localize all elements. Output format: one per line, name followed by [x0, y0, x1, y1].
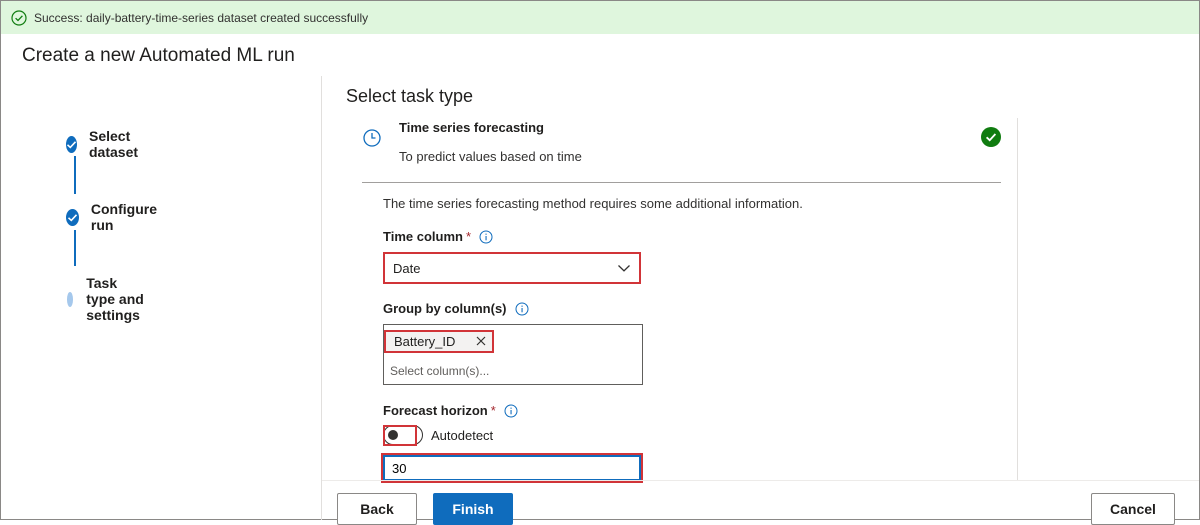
task-description: To predict values based on time [399, 149, 582, 164]
step-connector [74, 156, 76, 194]
page-title: Create a new Automated ML run [22, 45, 295, 66]
settings-info-text: The time series forecasting method requi… [383, 196, 803, 211]
selected-check-icon [981, 127, 1001, 147]
group-by-search-input[interactable]: Select column(s)... [390, 364, 489, 378]
forecast-horizon-label-text: Forecast horizon [383, 403, 488, 418]
time-column-dropdown[interactable]: Date [383, 252, 641, 284]
finish-button[interactable]: Finish [433, 493, 513, 525]
step-configure-run[interactable]: Configure run [66, 201, 161, 233]
step-task-type-and-settings[interactable]: Task type and settings [66, 275, 149, 323]
info-icon[interactable] [515, 302, 529, 316]
panel-divider [321, 76, 322, 520]
clock-icon [363, 129, 381, 147]
info-icon[interactable] [504, 404, 518, 418]
chevron-down-icon [618, 265, 630, 272]
panel-divider [1017, 118, 1018, 480]
forecast-horizon-label: Forecast horizon * [383, 403, 518, 418]
time-column-label-text: Time column [383, 229, 463, 244]
back-button[interactable]: Back [337, 493, 417, 525]
success-banner: Success: daily-battery-time-series datas… [1, 1, 1199, 34]
forecast-horizon-input[interactable] [383, 455, 641, 481]
step-connector [74, 230, 76, 266]
toggle-knob [388, 430, 398, 440]
group-by-multiselect[interactable]: Battery_ID Select column(s)... [383, 324, 643, 385]
group-by-label-text: Group by column(s) [383, 301, 507, 316]
autodetect-toggle-group: Autodetect [383, 425, 494, 446]
footer-divider [322, 480, 1199, 481]
step-label: Task type and settings [86, 275, 144, 323]
success-check-icon [11, 9, 27, 26]
step-current-dot-icon [67, 291, 74, 307]
group-by-label: Group by column(s) [383, 301, 529, 316]
selected-column-chip: Battery_ID [384, 330, 494, 353]
task-card-time-series-forecasting[interactable]: Time series forecasting To predict value… [362, 118, 1017, 182]
banner-message: Success: daily-battery-time-series datas… [34, 10, 369, 25]
time-column-label: Time column * [383, 229, 493, 244]
time-column-value: Date [393, 260, 421, 276]
required-marker: * [490, 403, 496, 418]
required-marker: * [465, 229, 472, 244]
divider [362, 182, 1001, 183]
close-icon[interactable] [475, 335, 487, 347]
cancel-button[interactable]: Cancel [1091, 493, 1175, 525]
step-label: Configure run [90, 201, 157, 233]
autodetect-toggle[interactable] [383, 425, 423, 445]
autodetect-label: Autodetect [431, 427, 494, 443]
section-title: Select task type [346, 86, 474, 106]
info-icon[interactable] [479, 230, 493, 244]
chip-label: Battery_ID [394, 334, 456, 349]
step-label: Select dataset [89, 128, 139, 160]
step-select-dataset[interactable]: Select dataset [66, 128, 144, 160]
step-complete-check-icon [66, 208, 79, 226]
task-name: Time series forecasting [399, 120, 544, 135]
step-complete-check-icon [66, 135, 77, 153]
